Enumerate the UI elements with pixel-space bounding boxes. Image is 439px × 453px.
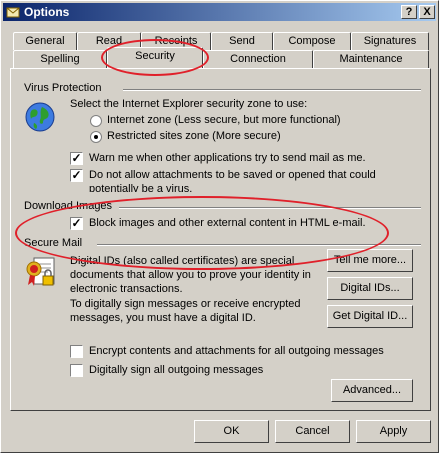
digital-ids-button[interactable]: Digital IDs... <box>327 277 413 300</box>
zone-prompt: Select the Internet Explorer security zo… <box>70 98 308 110</box>
title-bar[interactable]: Options ? X <box>3 3 436 21</box>
close-button[interactable]: X <box>419 5 435 19</box>
internet-zone-label[interactable]: Internet zone (Less secure, but more fun… <box>107 114 341 126</box>
warn-checkbox[interactable]: ✓ <box>70 152 83 165</box>
digital-ids-text-1: Digital IDs (also called certificates) a… <box>70 255 295 267</box>
encrypt-label[interactable]: Encrypt contents and attachments for all… <box>89 345 384 357</box>
internet-zone-radio[interactable] <box>90 115 102 127</box>
tab-maintenance[interactable]: Maintenance <box>313 50 429 68</box>
tab-general[interactable]: General <box>13 32 77 50</box>
encrypt-checkbox[interactable] <box>70 345 83 358</box>
tab-signatures[interactable]: Signatures <box>351 32 429 50</box>
get-digital-id-button[interactable]: Get Digital ID... <box>327 305 413 328</box>
tab-connection[interactable]: Connection <box>203 50 313 68</box>
cancel-button[interactable]: Cancel <box>275 420 350 443</box>
attachments-label[interactable]: Do not allow attachments to be saved or … <box>89 169 376 181</box>
block-images-label[interactable]: Block images and other external content … <box>89 217 366 229</box>
tell-me-more-button[interactable]: Tell me more... <box>327 249 413 272</box>
sign-label[interactable]: Digitally sign all outgoing messages <box>89 364 263 376</box>
globe-icon <box>25 102 55 132</box>
digital-ids-text-2: documents that allow you to prove your i… <box>70 269 311 281</box>
sign-checkbox[interactable] <box>70 364 83 377</box>
digital-ids-text-3: electronic transactions. <box>70 283 183 295</box>
apply-button[interactable]: Apply <box>356 420 431 443</box>
help-button[interactable]: ? <box>401 5 417 19</box>
divider <box>119 207 421 209</box>
divider <box>97 244 421 246</box>
ok-button[interactable]: OK <box>194 420 269 443</box>
restricted-zone-label[interactable]: Restricted sites zone (More secure) <box>107 130 281 142</box>
tab-spelling[interactable]: Spelling <box>13 50 107 68</box>
block-images-checkbox[interactable]: ✓ <box>70 217 83 230</box>
advanced-button[interactable]: Advanced... <box>331 379 413 402</box>
divider <box>123 89 421 91</box>
download-images-heading: Download Images <box>24 200 113 212</box>
secure-mail-heading: Secure Mail <box>24 237 83 249</box>
virus-protection-heading: Virus Protection <box>24 82 102 94</box>
security-panel: Virus Protection Select the Internet Exp… <box>10 68 431 411</box>
tab-compose[interactable]: Compose <box>273 32 351 50</box>
tab-security[interactable]: Security <box>107 47 203 68</box>
attachments-checkbox[interactable]: ✓ <box>70 169 83 182</box>
options-dialog: Options ? X General Read Receipts Send C… <box>0 0 439 453</box>
digital-ids-text-4: To digitally sign messages or receive en… <box>70 298 301 310</box>
restricted-zone-radio[interactable] <box>90 131 102 143</box>
options-icon <box>6 7 20 18</box>
attachments-label-cont[interactable]: potentially be a virus. <box>89 183 192 192</box>
certificate-icon <box>26 257 55 286</box>
digital-ids-text-5: messages, you must have a digital ID. <box>70 312 256 324</box>
window-title: Options <box>24 5 70 19</box>
warn-label[interactable]: Warn me when other applications try to s… <box>89 152 366 164</box>
tab-send[interactable]: Send <box>211 32 273 50</box>
